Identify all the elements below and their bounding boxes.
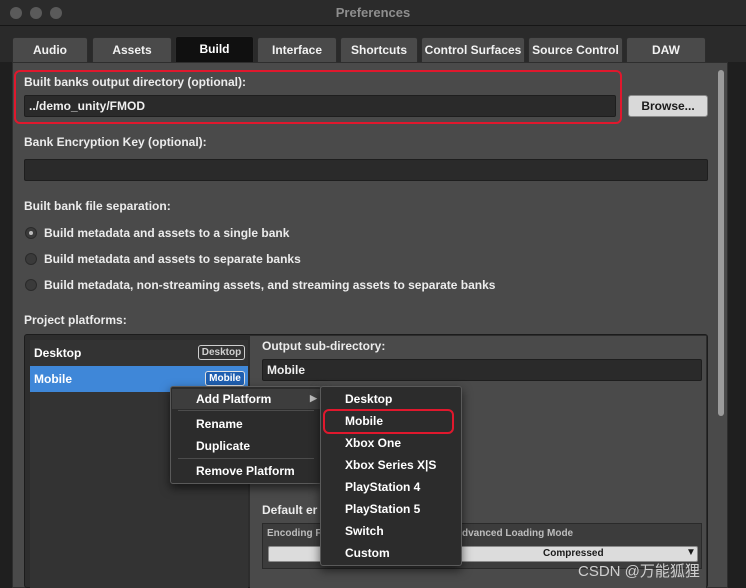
- menu-rename[interactable]: Rename: [196, 417, 243, 431]
- platform-desktop-badge: Desktop: [198, 345, 245, 360]
- radio-single-bank[interactable]: [25, 227, 37, 239]
- mobile-highlight: [323, 409, 454, 434]
- scrollbar-thumb[interactable]: [718, 70, 724, 416]
- menu-add-platform[interactable]: Add Platform: [196, 392, 271, 406]
- menu-duplicate[interactable]: Duplicate: [196, 439, 250, 453]
- submenu-switch[interactable]: Switch: [345, 524, 384, 538]
- platforms-label: Project platforms:: [24, 313, 127, 327]
- radio-streaming-separate-label[interactable]: Build metadata, non-streaming assets, an…: [44, 278, 495, 292]
- submenu-xbox-series[interactable]: Xbox Series X|S: [345, 458, 436, 472]
- menu-remove-platform[interactable]: Remove Platform: [196, 464, 295, 478]
- loading-mode-column-header: dvanced Loading Mode: [462, 528, 574, 539]
- submenu-desktop[interactable]: Desktop: [345, 392, 392, 406]
- encryption-key-label: Bank Encryption Key (optional):: [24, 135, 207, 149]
- submenu-playstation-5[interactable]: PlayStation 5: [345, 502, 420, 516]
- radio-single-bank-label[interactable]: Build metadata and assets to a single ba…: [44, 226, 289, 240]
- tab-daw[interactable]: DAW: [626, 37, 706, 63]
- tab-source-control[interactable]: Source Control: [528, 37, 623, 63]
- output-dir-input[interactable]: ../demo_unity/FMOD: [24, 95, 616, 117]
- default-encoding-label: Default er: [262, 503, 318, 517]
- output-subdir-label: Output sub-directory:: [262, 339, 386, 353]
- output-subdir-input[interactable]: Mobile: [262, 359, 702, 381]
- separation-label: Built bank file separation:: [24, 199, 171, 213]
- tab-control-surfaces[interactable]: Control Surfaces: [421, 37, 525, 63]
- window-title: Preferences: [335, 5, 411, 20]
- output-dir-label: Built banks output directory (optional):: [24, 75, 246, 89]
- watermark-text: CSDN @万能狐狸: [578, 563, 700, 580]
- encoding-column-header: Encoding F: [267, 528, 322, 539]
- browse-button[interactable]: Browse...: [628, 95, 708, 117]
- tab-audio[interactable]: Audio: [12, 37, 88, 63]
- dropdown-arrow-icon: ▼: [686, 547, 696, 558]
- submenu-custom[interactable]: Custom: [345, 546, 390, 560]
- platform-mobile-name[interactable]: Mobile: [34, 372, 72, 386]
- radio-streaming-separate[interactable]: [25, 279, 37, 291]
- platform-mobile-badge: Mobile: [205, 371, 245, 386]
- menu-separator: [178, 458, 314, 459]
- tab-interface[interactable]: Interface: [257, 37, 337, 63]
- submenu-arrow-icon: ▶: [310, 393, 317, 403]
- tab-shortcuts[interactable]: Shortcuts: [340, 37, 418, 63]
- encryption-key-input[interactable]: [24, 159, 708, 181]
- submenu-mobile[interactable]: Mobile: [345, 414, 383, 428]
- platform-desktop-name[interactable]: Desktop: [34, 346, 81, 360]
- radio-separate-banks-label[interactable]: Build metadata and assets to separate ba…: [44, 252, 301, 266]
- submenu-playstation-4[interactable]: PlayStation 4: [345, 480, 420, 494]
- radio-separate-banks[interactable]: [25, 253, 37, 265]
- menu-separator: [178, 410, 314, 411]
- compressed-dropdown-value: Compressed: [543, 548, 604, 559]
- submenu-xbox-one[interactable]: Xbox One: [345, 436, 401, 450]
- tab-build[interactable]: Build: [175, 36, 254, 63]
- tab-assets[interactable]: Assets: [92, 37, 172, 63]
